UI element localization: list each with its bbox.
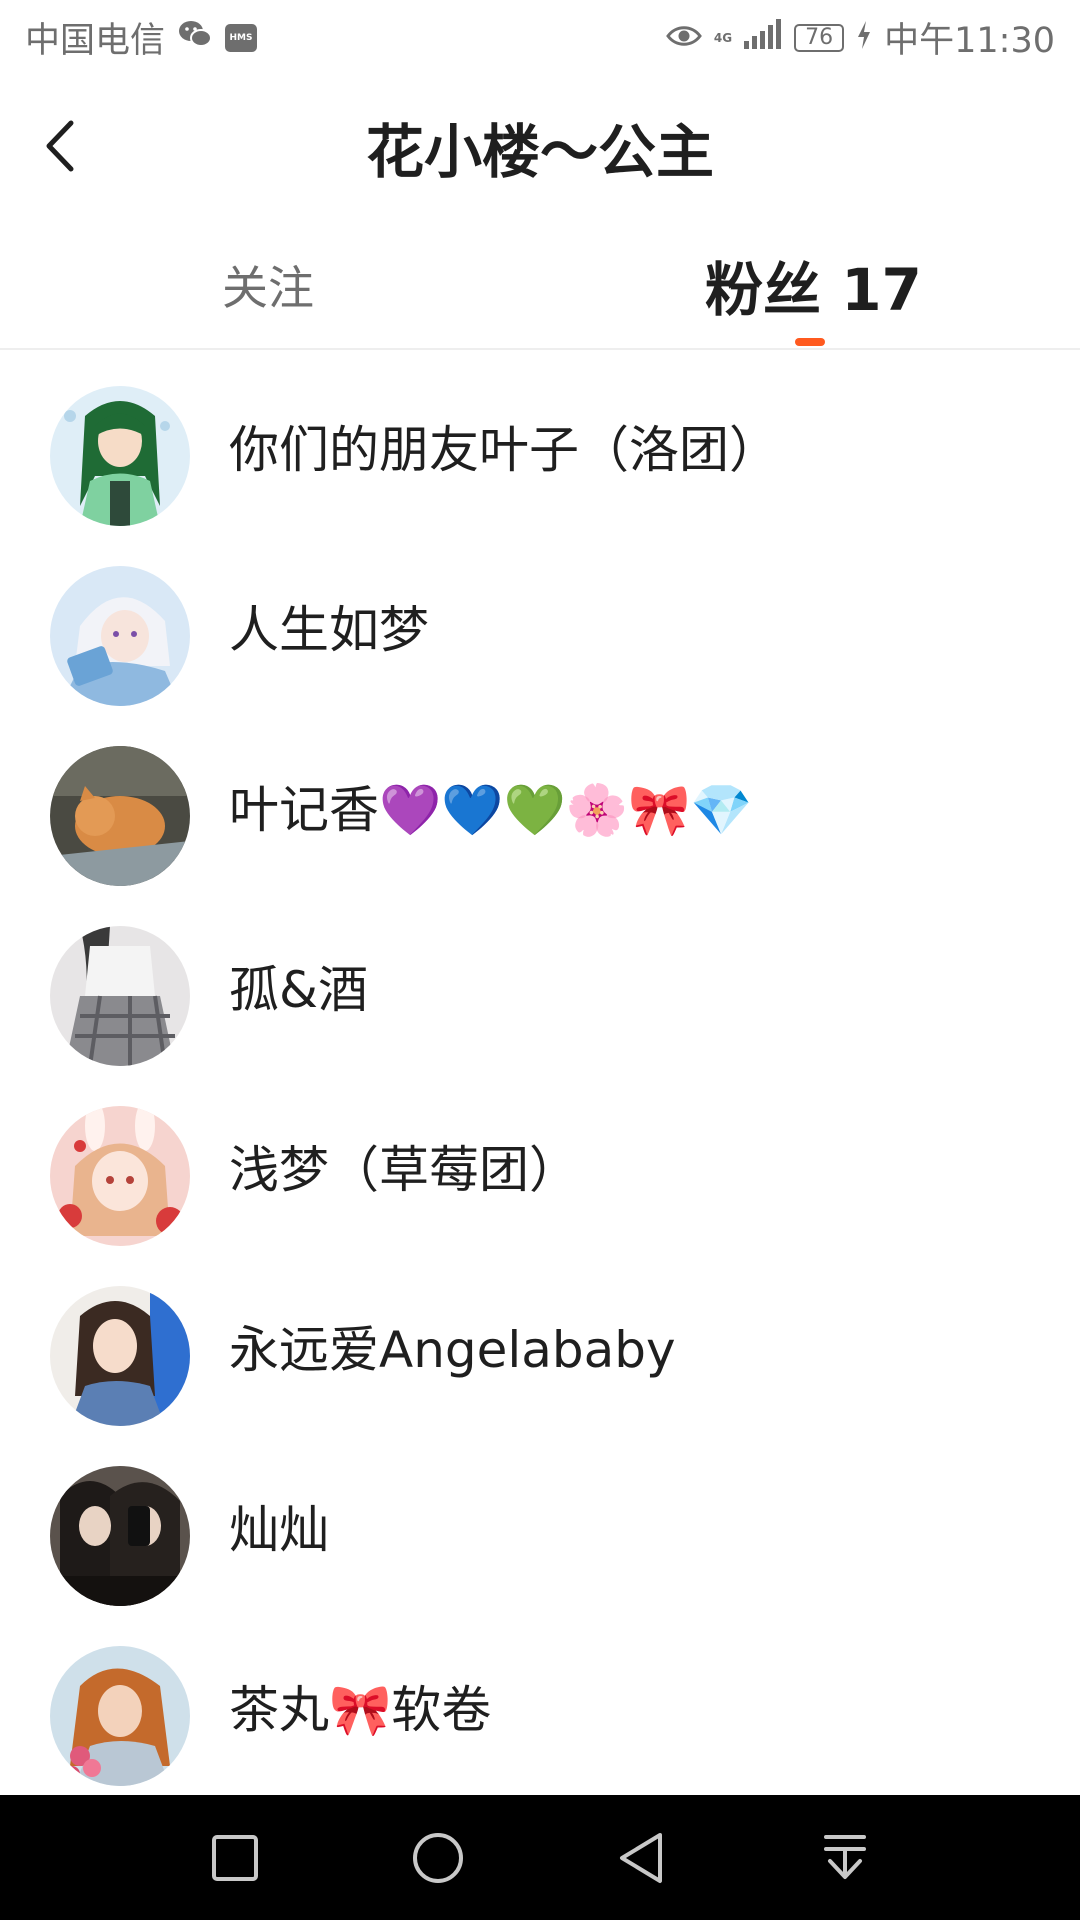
header: 花小楼～公主 — [0, 75, 1080, 220]
avatar[interactable] — [50, 1286, 190, 1426]
recent-apps-button[interactable] — [200, 1825, 270, 1895]
tab-bar: 关注 粉丝 17 — [0, 220, 1080, 350]
fan-name: 灿灿 — [229, 1501, 329, 1559]
fan-name: 茶丸🎀软卷 — [229, 1681, 492, 1739]
avatar[interactable] — [50, 1646, 190, 1786]
list-item[interactable]: 叶记香💜💙💚🌸🎀💎 — [0, 710, 1080, 890]
fan-name: 浅梦（草莓团） — [229, 1141, 579, 1199]
list-item[interactable]: 你们的朋友叶子（洛团） — [0, 350, 1080, 530]
tab-follow[interactable]: 关注 — [222, 240, 314, 330]
status-right: 4G 76 中午11:30 — [666, 12, 1055, 63]
avatar[interactable] — [50, 1466, 190, 1606]
pull-down-icon — [820, 1831, 870, 1889]
time-label: 中午11:30 — [884, 21, 1055, 61]
signal-icon — [744, 18, 782, 58]
hms-icon: HMS — [225, 23, 258, 52]
list-item[interactable]: 孤&酒 — [0, 890, 1080, 1070]
wechat-icon — [177, 18, 213, 58]
nav-back-button[interactable] — [606, 1825, 676, 1895]
network-type-label: 4G — [713, 30, 733, 45]
list-item[interactable]: 茶丸🎀软卷 — [0, 1610, 1080, 1790]
avatar[interactable] — [50, 746, 190, 886]
page-title: 花小楼～公主 — [365, 118, 714, 186]
avatar[interactable] — [50, 1106, 190, 1246]
battery-icon: 76 — [794, 23, 845, 52]
active-tab-indicator — [795, 338, 825, 346]
carrier-label: 中国电信 — [25, 21, 166, 61]
avatar[interactable] — [50, 566, 190, 706]
list-item[interactable]: 灿灿 — [0, 1430, 1080, 1610]
status-left: 中国电信 HMS — [25, 12, 258, 63]
notifications-button[interactable] — [810, 1825, 880, 1895]
avatar[interactable] — [50, 386, 190, 526]
list-item[interactable]: 人生如梦 — [0, 530, 1080, 710]
fan-name: 你们的朋友叶子（洛团） — [229, 421, 779, 479]
tab-fans[interactable]: 粉丝 17 — [705, 240, 922, 330]
list-item[interactable]: 浅梦（草莓团） — [0, 1070, 1080, 1250]
eye-icon — [666, 18, 702, 58]
fan-name: 人生如梦 — [229, 601, 429, 659]
list-item[interactable]: 永远爱Angelababy — [0, 1250, 1080, 1430]
avatar[interactable] — [50, 926, 190, 1066]
status-bar: 中国电信 HMS 4G 76 中午11:30 — [0, 0, 1080, 75]
circle-icon — [411, 1831, 465, 1889]
fan-name: 孤&酒 — [229, 961, 368, 1019]
charging-icon — [856, 18, 872, 58]
navigation-bar — [0, 1795, 1080, 1920]
home-button[interactable] — [403, 1825, 473, 1895]
fan-name: 永远爱Angelababy — [229, 1321, 676, 1379]
square-icon — [210, 1833, 260, 1887]
triangle-back-icon — [616, 1831, 666, 1889]
fan-name: 叶记香💜💙💚🌸🎀💎 — [229, 781, 753, 839]
